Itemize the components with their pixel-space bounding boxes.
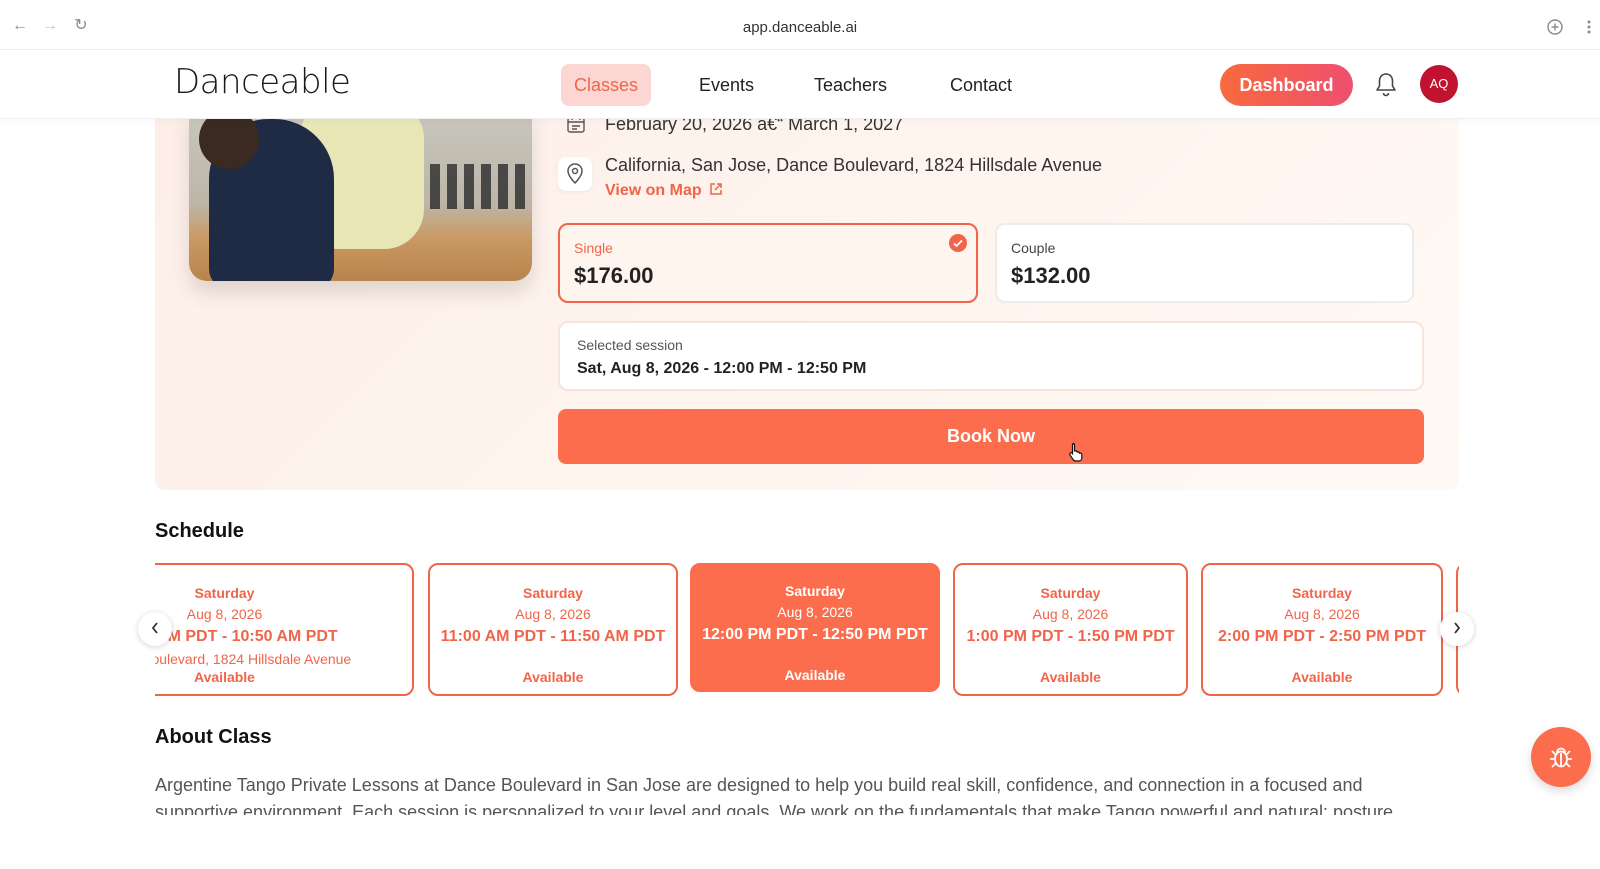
slot-venue: Dance Boulevard, 1824 Hillsdale Avenue <box>155 651 352 667</box>
class-summary-card: February 20, 2026 â€“ March 1, 2027 Cali… <box>155 109 1459 490</box>
slot-day: Saturday <box>785 583 845 599</box>
price-option-label: Single <box>574 240 613 256</box>
schedule-slot[interactable]: Saturday Aug 8, 2026 10:00 AM PDT - 10:5… <box>155 563 414 696</box>
schedule-next-button[interactable] <box>1440 612 1474 646</box>
external-link-icon <box>710 183 722 195</box>
map-pin-icon <box>567 163 583 185</box>
price-option-couple[interactable]: Couple $132.00 <box>995 223 1414 303</box>
chevron-left-icon <box>151 622 158 634</box>
slot-day: Saturday <box>1292 585 1352 601</box>
bell-icon[interactable] <box>1374 72 1398 98</box>
nav-contact[interactable]: Contact <box>937 64 1025 106</box>
browser-toolbar: ← → ↻ app.danceable.ai <box>0 0 1600 50</box>
address-bar[interactable]: app.danceable.ai <box>0 19 1600 36</box>
slot-status: Available <box>522 669 584 685</box>
slot-status: Available <box>784 667 846 683</box>
slot-day: Saturday <box>523 585 583 601</box>
slot-date: Aug 8, 2026 <box>1032 606 1109 622</box>
view-on-map-link[interactable]: View on Map <box>605 182 723 200</box>
slot-day: Saturday <box>1040 585 1101 601</box>
slot-status: Available <box>1291 669 1353 685</box>
slot-time: 2:00 PM PDT - 2:50 PM PDT <box>1217 628 1427 645</box>
slot-time: 12:00 PM PDT - 12:50 PM PDT <box>702 626 928 643</box>
schedule-carousel: Saturday Aug 8, 2026 10:00 AM PDT - 10:5… <box>155 560 1459 700</box>
price-option-value: $176.00 <box>574 263 654 288</box>
class-photo <box>189 109 532 281</box>
schedule-slot[interactable]: Saturday Aug 8, 2026 1:00 PM PDT - 1:50 … <box>953 563 1188 696</box>
selected-session-box: Selected session Sat, Aug 8, 2026 - 12:0… <box>558 321 1424 391</box>
price-option-single[interactable]: Single $176.00 <box>558 223 978 303</box>
nav-teachers[interactable]: Teachers <box>801 64 900 106</box>
slot-date: Aug 8, 2026 <box>186 606 263 622</box>
price-option-value: $132.00 <box>1011 263 1091 288</box>
schedule-slot[interactable]: Saturday Aug 8, 2026 11:00 AM PDT - 11:5… <box>428 563 678 696</box>
slot-time: 1:00 PM PDT - 1:50 PM PDT <box>966 628 1175 645</box>
selected-session-value: Sat, Aug 8, 2026 - 12:00 PM - 12:50 PM <box>577 360 867 377</box>
schedule-heading: Schedule <box>155 520 244 542</box>
hand-cursor-icon <box>1069 442 1083 462</box>
user-avatar[interactable]: AQ <box>1420 65 1458 103</box>
price-option-label: Couple <box>1011 240 1056 256</box>
slot-time: 10:00 AM PDT - 10:50 AM PDT <box>155 628 338 645</box>
about-description: Argentine Tango Private Lessons at Dance… <box>155 775 1394 815</box>
schedule-prev-button[interactable] <box>138 612 172 646</box>
nav-classes[interactable]: Classes <box>561 64 652 106</box>
schedule-slot[interactable]: Saturday Aug 8, 2026 2:00 PM PDT - 2:50 … <box>1201 563 1443 696</box>
check-icon <box>949 234 967 252</box>
site-logo[interactable]: Danceable <box>174 62 351 102</box>
about-heading: About Class <box>155 726 272 748</box>
book-now-button[interactable]: Book Now <box>558 409 1424 464</box>
chevron-right-icon <box>1454 622 1461 634</box>
slot-time: 11:00 AM PDT - 11:50 AM PDT <box>440 628 666 645</box>
add-extension-icon[interactable] <box>1547 19 1563 35</box>
location-icon-wrap <box>558 157 592 191</box>
slot-date: Aug 8, 2026 <box>777 604 853 620</box>
slot-day: Saturday <box>194 585 255 601</box>
nav-events[interactable]: Events <box>686 64 767 106</box>
view-on-map-label: View on Map <box>605 182 702 199</box>
site-header: Danceable Classes Events Teachers Contac… <box>0 50 1600 119</box>
slot-date: Aug 8, 2026 <box>1284 606 1360 622</box>
class-address: California, San Jose, Dance Boulevard, 1… <box>605 155 1102 175</box>
slot-date: Aug 8, 2026 <box>515 606 591 622</box>
slot-status: Available <box>194 669 255 685</box>
selected-session-label: Selected session <box>577 337 683 353</box>
report-bug-button[interactable] <box>1531 727 1591 787</box>
slot-status: Available <box>1040 669 1101 685</box>
dashboard-button[interactable]: Dashboard <box>1220 64 1353 106</box>
schedule-slot-selected[interactable]: Saturday Aug 8, 2026 12:00 PM PDT - 12:5… <box>690 563 940 692</box>
bug-icon <box>1550 747 1572 768</box>
browser-menu-icon[interactable] <box>1586 19 1592 35</box>
